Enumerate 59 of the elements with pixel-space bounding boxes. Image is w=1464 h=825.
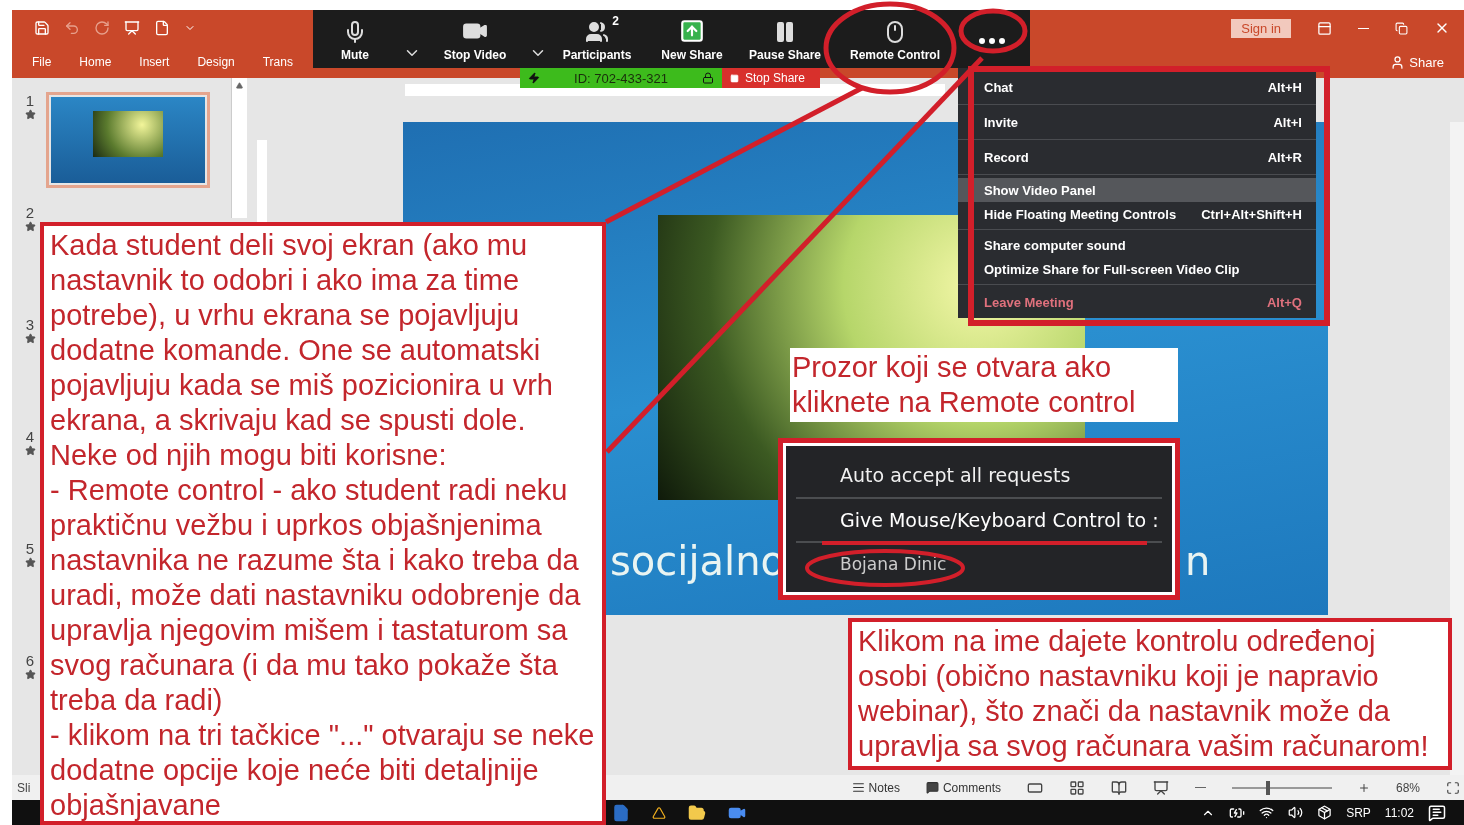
menu-item[interactable]: Record Alt+R bbox=[958, 143, 1316, 171]
menu-item-label: Leave Meeting bbox=[984, 294, 1074, 310]
annotation-text: - Remote control - ako student radi neku praktičnu vežbu i uprkos objašnjenima nastavnika ne razume šta i kako treba da uradi, može dati nastavniku odobrenje da upravlja njegovim mišem i tastaturom sa svog računara (i da mu tako pokaže šta treba da radi) bbox=[50, 473, 582, 718]
person-menu-item[interactable]: Bojana Dinic bbox=[796, 540, 1162, 586]
menu-item-label: Share computer sound bbox=[984, 237, 1126, 253]
slide-number: 2 bbox=[25, 204, 35, 221]
ribbon-tab[interactable]: Design bbox=[197, 55, 235, 69]
annotation-text: Neke od njih mogu biti korisne: bbox=[50, 438, 448, 473]
slide-number: 5 bbox=[25, 540, 35, 557]
slide-title-text: n bbox=[1185, 538, 1211, 584]
meeting-id: ID: 702-433-321 bbox=[574, 70, 668, 86]
shortcut-text: Alt+Q bbox=[1266, 294, 1302, 310]
stop-share-button[interactable]: Stop Share bbox=[722, 68, 820, 88]
shortcut-text: Ctrl+Alt+Shift+H bbox=[1201, 206, 1302, 222]
menu-item[interactable]: Show Video Panel bbox=[958, 178, 1316, 202]
notes-button[interactable]: Notes bbox=[851, 780, 900, 795]
menu-item-label: Hide Floating Meeting Controls bbox=[984, 206, 1177, 222]
slide-title-text: socijalno bbox=[610, 538, 785, 584]
language-indicator[interactable]: SRP bbox=[1346, 805, 1371, 820]
ribbon-tab[interactable]: File bbox=[32, 55, 52, 69]
menu-item-label: Chat bbox=[984, 79, 1013, 95]
ribbon-tab[interactable]: Home bbox=[79, 55, 112, 69]
menu-item[interactable]: Chat Alt+H bbox=[958, 73, 1316, 101]
annotation-text: Kada student deli svoj ekran (ako mu nastavnik to odobri i ako ima za time potrebe), u vrhu ekrana se pojavljuju dodatne komande. One se automatski pojavljuju kada se miš pozicionira u vrh ekrana, a skrivaju kad se spusti dole. bbox=[50, 228, 554, 438]
menu-item-label: Show Video Panel bbox=[984, 182, 1096, 198]
menu-item[interactable]: Share computer sound bbox=[958, 233, 1316, 257]
menu-item[interactable]: Leave Meeting Alt+Q bbox=[958, 288, 1316, 316]
slide-number: 3 bbox=[25, 316, 35, 333]
menu-heading: Give Mouse/Keyboard Control to : bbox=[796, 497, 1162, 541]
toolbar-button[interactable]: Remote Control bbox=[827, 14, 963, 62]
clock[interactable]: 11:02 bbox=[1384, 805, 1414, 820]
slide-number: 1 bbox=[25, 92, 35, 109]
annotation-text: - klikom na tri tačkice "..." otvaraju se neke dodatne opcije koje neće biti detaljnije objašnjavane bbox=[50, 718, 596, 823]
comments-button[interactable]: Comments bbox=[925, 780, 1001, 795]
toolbar-button[interactable]: Mute bbox=[313, 14, 397, 62]
toolbar-button[interactable]: Pause Share bbox=[743, 14, 827, 62]
shortcut-text: Alt+R bbox=[1267, 149, 1302, 165]
menu-item-label: Optimize Share for Full-screen Video Clip bbox=[984, 261, 1240, 277]
zoom-level[interactable]: 68% bbox=[1395, 780, 1420, 795]
slide-number: 4 bbox=[25, 428, 35, 445]
menu-item[interactable]: Invite Alt+I bbox=[958, 108, 1316, 136]
menu-item-label: Invite bbox=[984, 114, 1018, 130]
ribbon-tab[interactable]: Insert bbox=[139, 55, 170, 69]
menu-item-label: Record bbox=[984, 149, 1029, 165]
shortcut-text: Alt+I bbox=[1273, 114, 1302, 130]
shortcut-text: Alt+H bbox=[1267, 79, 1302, 95]
share-button[interactable]: Share bbox=[1384, 53, 1450, 71]
annotation-text: Prozor koji se otvara ako kliknete na Remote control bbox=[790, 348, 1178, 422]
ribbon-tab[interactable]: Trans bbox=[262, 55, 293, 69]
menu-item[interactable]: Hide Floating Meeting Controls Ctrl+Alt+Shift+H bbox=[958, 202, 1316, 226]
slide-counter: Sli bbox=[17, 780, 31, 795]
annotation-text: Klikom na ime dajete kontrolu određenoj osobi (obično nastavniku koji je napravio webinar), što znači da nastavnik može da upravlja sa svog računara vašim računarom! bbox=[848, 618, 1452, 770]
participant-count: 2 bbox=[612, 14, 619, 28]
toolbar-button[interactable]: New Share bbox=[641, 14, 743, 62]
toolbar-button[interactable]: Stop Video bbox=[427, 14, 523, 62]
toolbar-button[interactable]: 2 Participants bbox=[553, 14, 641, 62]
menu-item[interactable]: Optimize Share for Full-screen Video Clip bbox=[958, 257, 1316, 281]
slide-number: 6 bbox=[25, 652, 35, 669]
menu-item[interactable]: Auto accept all requests bbox=[796, 452, 1162, 498]
